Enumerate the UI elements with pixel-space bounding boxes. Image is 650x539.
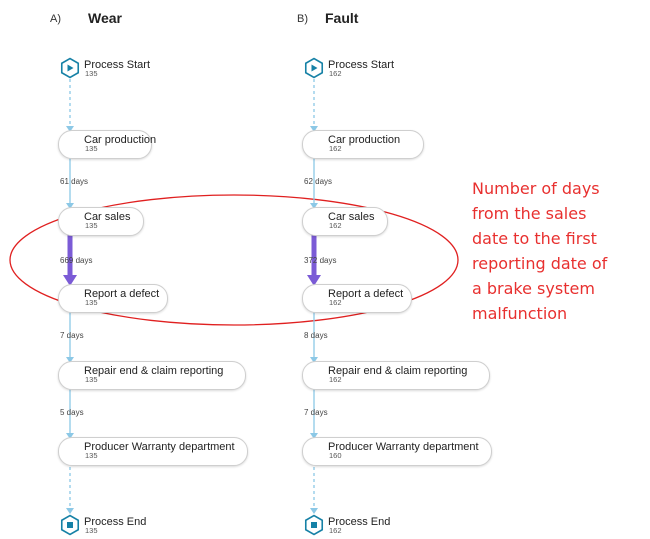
node-title: Repair end & claim reporting	[84, 365, 224, 377]
node-title: Producer Warranty department	[328, 441, 479, 453]
annotation-line: Number of days	[472, 179, 600, 198]
panel-letter: A)	[50, 13, 61, 25]
process-map-figure: A) Wear 61 days 669 days 7 days 5 days Process…	[0, 0, 650, 539]
node-count: 135	[85, 375, 98, 384]
annotation-line: a brake system	[472, 279, 595, 298]
node-count: 135	[85, 451, 98, 460]
node-count: 162	[329, 144, 342, 153]
node-count: 162	[329, 375, 342, 384]
node-count: 162	[329, 298, 342, 307]
annotation-text: Number of days from the sales date to th…	[472, 176, 644, 326]
edge-duration-label: 62 days	[304, 177, 333, 186]
edge-duration-label: 7 days	[60, 331, 84, 340]
node-count: 135	[85, 526, 98, 535]
edge-duration-label: 61 days	[60, 177, 89, 186]
edge-arrowhead	[310, 508, 318, 514]
edge-duration-label: 669 days	[60, 256, 93, 265]
node-count: 162	[329, 526, 342, 535]
edge-duration-label: 8 days	[304, 331, 328, 340]
node-count: 135	[85, 298, 98, 307]
node-count: 135	[85, 221, 98, 230]
node-count: 162	[329, 221, 342, 230]
annotation-line: malfunction	[472, 304, 568, 323]
edge-duration-label: 372 days	[304, 256, 337, 265]
annotation-line: reporting date of	[472, 254, 608, 273]
stop-icon	[311, 522, 317, 528]
edge-arrowhead	[66, 508, 74, 514]
edge-duration-label: 5 days	[60, 408, 84, 417]
node-title: Producer Warranty department	[84, 441, 235, 453]
annotation-line: from the sales	[472, 204, 587, 223]
edge-duration-label: 7 days	[304, 408, 328, 417]
stop-icon	[67, 522, 73, 528]
node-count: 160	[329, 451, 342, 460]
annotation-line: date to the first	[472, 229, 597, 248]
panel-letter: B)	[297, 13, 308, 25]
node-count: 162	[329, 69, 342, 78]
node-count: 135	[85, 144, 98, 153]
panel-title: Fault	[325, 10, 359, 26]
node-title: Repair end & claim reporting	[328, 365, 468, 377]
node-count: 135	[85, 69, 98, 78]
panel-title: Wear	[88, 10, 122, 26]
